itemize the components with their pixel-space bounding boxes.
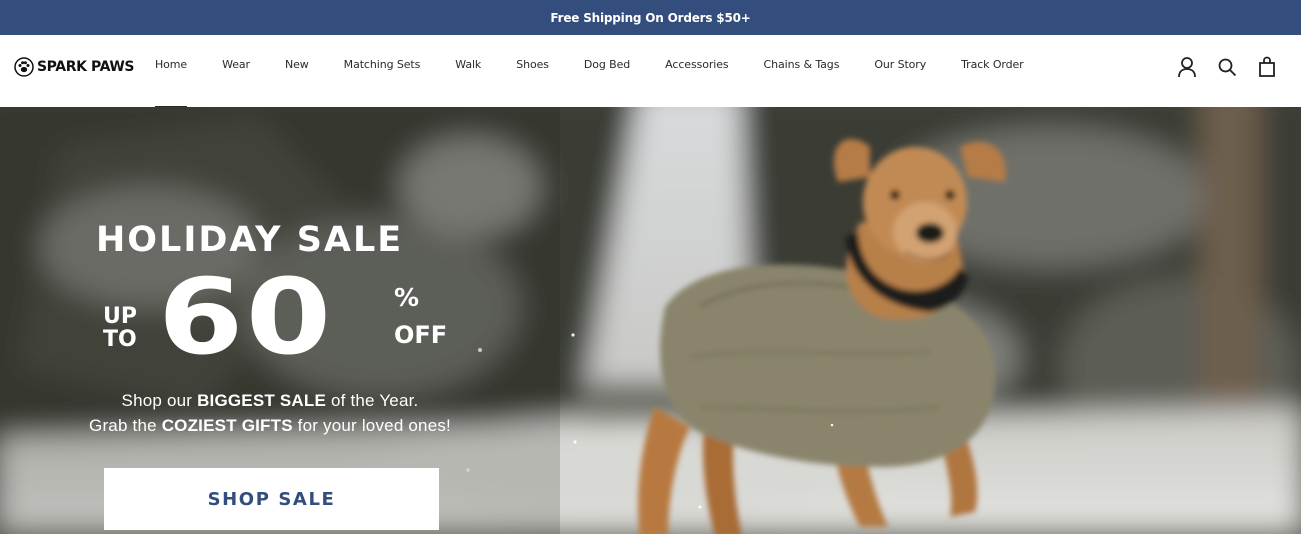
nav-item-new[interactable]: New	[285, 58, 309, 76]
hero-off-text: OFF	[394, 321, 448, 349]
hero-subline-1-post: of the Year.	[326, 391, 419, 410]
hero-subline-2: Grab the COZIEST GIFTS for your loved on…	[0, 416, 550, 436]
nav-item-home[interactable]: Home	[155, 58, 187, 108]
cart-icon[interactable]	[1257, 56, 1277, 78]
nav-item-chains-tags[interactable]: Chains & Tags	[764, 58, 840, 76]
shop-sale-button[interactable]: SHOP SALE	[104, 468, 439, 530]
hero-up-to: UP TO	[103, 305, 143, 351]
announcement-text: Free Shipping On Orders $50+	[550, 10, 751, 25]
paw-logo-icon	[14, 57, 34, 77]
nav-item-track-order[interactable]: Track Order	[961, 58, 1024, 76]
nav-item-walk[interactable]: Walk	[455, 58, 481, 76]
header-actions	[1177, 56, 1277, 78]
main-nav: Home Wear New Matching Sets Walk Shoes D…	[155, 58, 1059, 108]
nav-item-wear[interactable]: Wear	[222, 58, 250, 76]
hero-headline: HOLIDAY SALE	[96, 220, 404, 260]
hero-to-text: TO	[103, 327, 137, 352]
search-icon[interactable]	[1217, 56, 1237, 78]
announcement-bar: Free Shipping On Orders $50+	[0, 0, 1301, 35]
site-header: SPARK PAWS Home Wear New Matching Sets W…	[0, 35, 1301, 108]
hero-subline-2-bold: COZIEST GIFTS	[161, 416, 293, 435]
hero-subline-1-bold: BIGGEST SALE	[197, 391, 327, 410]
nav-item-dog-bed[interactable]: Dog Bed	[584, 58, 630, 76]
hero-percent-sign: %	[394, 283, 420, 312]
nav-item-matching-sets[interactable]: Matching Sets	[344, 58, 421, 76]
hero-copy: HOLIDAY SALE UP TO 60 % OFF Shop our BIG…	[0, 107, 560, 534]
hero-subline-1: Shop our BIGGEST SALE of the Year.	[0, 391, 550, 411]
hero-banner: HOLIDAY SALE UP TO 60 % OFF Shop our BIG…	[0, 107, 1301, 534]
brand-name: SPARK PAWS	[37, 59, 135, 75]
hero-subline-2-post: for your loved ones!	[292, 416, 451, 435]
brand-logo[interactable]: SPARK PAWS	[14, 55, 135, 79]
nav-item-shoes[interactable]: Shoes	[516, 58, 549, 76]
account-icon[interactable]	[1177, 56, 1197, 78]
hero-subline-2-pre: Grab the	[89, 416, 162, 435]
nav-item-our-story[interactable]: Our Story	[874, 58, 926, 76]
nav-item-accessories[interactable]: Accessories	[665, 58, 728, 76]
hero-discount-amount: 60	[158, 256, 334, 378]
hero-subline-1-pre: Shop our	[121, 391, 198, 410]
hero-up-text: UP	[103, 304, 137, 329]
